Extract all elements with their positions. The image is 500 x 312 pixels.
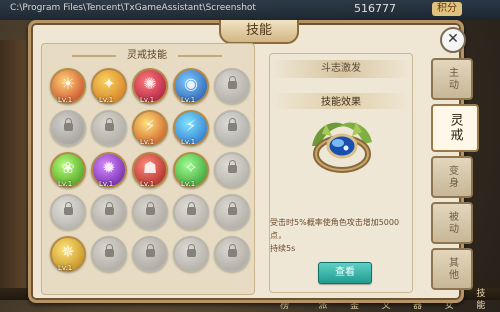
tab-3[interactable]: 变身 [431, 156, 473, 198]
lock-icon [64, 118, 73, 131]
skill-slot-12[interactable]: ✹ Lv.1 [91, 152, 127, 188]
skill-slot-21[interactable]: ✵ Lv.1 [50, 236, 86, 272]
skill-slot-20[interactable] [214, 194, 250, 230]
skill-slot-13[interactable]: ☗ Lv.1 [132, 152, 168, 188]
screenshot-path-text: C:\Program Files\Tencent\TxGameAssistant… [10, 3, 256, 13]
lock-icon [228, 160, 237, 173]
skill-slot-8[interactable]: ⚡ Lv.1 [132, 110, 168, 146]
lock-icon [146, 244, 155, 257]
gold-counter: 516777 [354, 2, 396, 15]
skill-slot-7[interactable] [91, 110, 127, 146]
skill-description: 受击时5%概率使角色攻击增加5000点， 持续5s [270, 216, 412, 255]
lock-icon [187, 244, 196, 257]
lock-icon [105, 202, 114, 215]
skill-slot-15[interactable] [214, 152, 250, 188]
skill-slot-4[interactable]: ◉ Lv.1 [173, 68, 209, 104]
skill-slot-6[interactable] [50, 110, 86, 146]
skill-glyph-icon: ☗ [142, 158, 158, 177]
skill-glyph-icon: ✹ [102, 158, 116, 177]
lock-icon [228, 202, 237, 215]
skill-grid: ☀ Lv.1 ✦ Lv.1 ✺ Lv.1 ◉ Lv.1 ⚡ Lv.1 ⚡ Lv.1 ❀ Lv.1 ✹ Lv.1… [50, 68, 250, 272]
skill-level: Lv.1 [99, 96, 114, 104]
top-hud-bar: C:\Program Files\Tencent\TxGameAssistant… [0, 0, 500, 20]
ring-skills-header: 灵戒技能 [72, 48, 222, 64]
left-hud-strip [0, 40, 26, 300]
ring-skills-panel: 灵戒技能 ☀ Lv.1 ✦ Lv.1 ✺ Lv.1 ◉ Lv.1 ⚡ Lv.1 ⚡ Lv.1 ❀ Lv.1… [41, 43, 255, 295]
description-line-1: 受击时5%概率使角色攻击增加5000点， [270, 218, 400, 240]
header-deco-left [72, 55, 116, 57]
skill-level: Lv.1 [58, 96, 73, 104]
skill-level: Lv.1 [181, 180, 196, 188]
skill-name: 斗志激发 [270, 60, 412, 78]
bottom-menu-item-7[interactable]: 技能 [476, 288, 490, 311]
lock-icon [105, 244, 114, 257]
skill-slot-10[interactable] [214, 110, 250, 146]
skill-glyph-icon: ❀ [61, 158, 75, 177]
skill-level: Lv.1 [58, 264, 73, 272]
view-button[interactable]: 查看 [318, 262, 372, 284]
skill-detail-panel: 斗志激发 技能效果 受击时5%概率使角色攻击增加5000点， 持续5s 查看 [269, 53, 413, 293]
lock-icon [146, 202, 155, 215]
skill-slot-24[interactable] [173, 236, 209, 272]
ring-icon [306, 116, 378, 178]
lock-icon [105, 118, 114, 131]
skill-slot-14[interactable]: ✧ Lv.1 [173, 152, 209, 188]
skill-slot-23[interactable] [132, 236, 168, 272]
skill-slot-1[interactable]: ☀ Lv.1 [50, 68, 86, 104]
category-tabs: 主动 灵戒 变身 被动 其他 [431, 58, 479, 290]
skill-slot-22[interactable] [91, 236, 127, 272]
header-deco-right [178, 55, 222, 57]
skill-slot-2[interactable]: ✦ Lv.1 [91, 68, 127, 104]
lock-icon [64, 202, 73, 215]
tab-1[interactable]: 主动 [431, 58, 473, 100]
skill-level: Lv.1 [99, 180, 114, 188]
lock-icon [228, 244, 237, 257]
skill-slot-11[interactable]: ❀ Lv.1 [50, 152, 86, 188]
tab-2[interactable]: 灵戒 [431, 104, 479, 152]
lock-icon [228, 76, 237, 89]
skill-level: Lv.1 [58, 180, 73, 188]
skill-level: Lv.1 [140, 180, 155, 188]
effect-header: 技能效果 [270, 93, 412, 109]
skill-slot-16[interactable] [50, 194, 86, 230]
skill-slot-25[interactable] [214, 236, 250, 272]
skill-level: Lv.1 [181, 138, 196, 146]
skill-slot-3[interactable]: ✺ Lv.1 [132, 68, 168, 104]
skill-level: Lv.1 [181, 96, 196, 104]
description-line-2: 持续5s [270, 244, 296, 253]
close-icon[interactable]: ✕ [440, 27, 466, 53]
lock-icon [228, 118, 237, 131]
skill-glyph-icon: ✵ [61, 242, 75, 261]
skill-glyph-icon: ✦ [102, 74, 116, 93]
skill-slot-5[interactable] [214, 68, 250, 104]
window-title: 技能 [219, 20, 299, 44]
ring-skills-title: 灵戒技能 [127, 50, 167, 61]
skill-level: Lv.1 [140, 96, 155, 104]
skill-glyph-icon: ⚡ [144, 116, 156, 135]
skill-slot-19[interactable] [173, 194, 209, 230]
skill-glyph-icon: ✺ [143, 74, 157, 93]
score-badge[interactable]: 积分 [432, 2, 462, 16]
skill-window: 技能 灵戒技能 ☀ Lv.1 ✦ Lv.1 ✺ Lv.1 ◉ Lv.1 ⚡ Lv.1 ⚡ Lv.1 ❀ L… [28, 20, 464, 303]
lock-icon [187, 202, 196, 215]
skill-glyph-icon: ✧ [184, 158, 198, 177]
tab-4[interactable]: 被动 [431, 202, 473, 244]
skill-slot-17[interactable] [91, 194, 127, 230]
skill-level: Lv.1 [140, 138, 155, 146]
skill-slot-9[interactable]: ⚡ Lv.1 [173, 110, 209, 146]
skill-glyph-icon: ☀ [60, 74, 76, 93]
skill-slot-18[interactable] [132, 194, 168, 230]
skill-glyph-icon: ⚡ [185, 116, 197, 135]
tab-5[interactable]: 其他 [431, 248, 473, 290]
skill-glyph-icon: ◉ [184, 74, 198, 93]
